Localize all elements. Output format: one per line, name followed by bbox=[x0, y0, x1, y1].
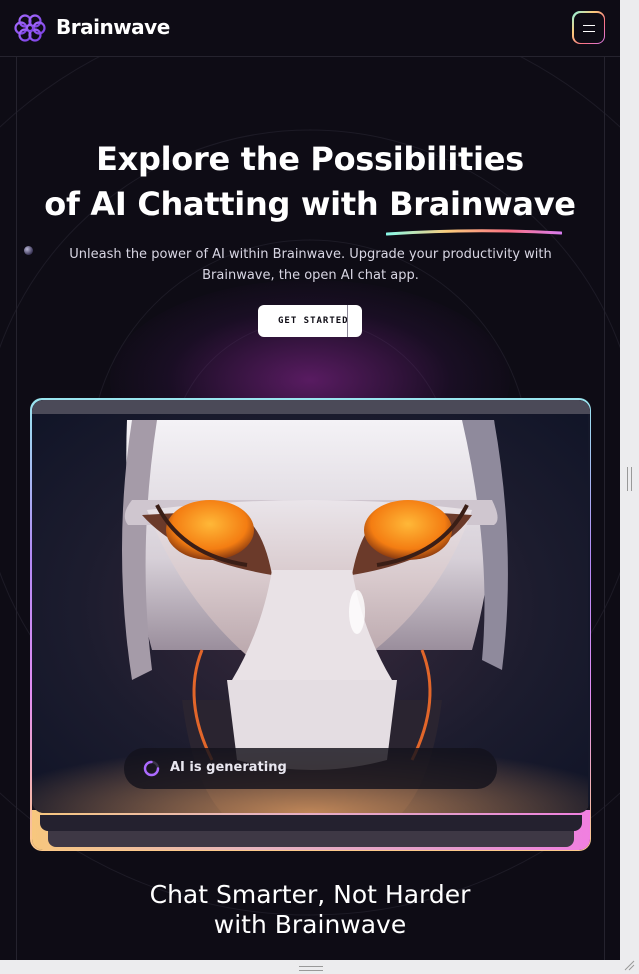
section-title-line1: Chat Smarter, Not Harder bbox=[149, 880, 471, 909]
hero-title-line2: of AI Chatting with Brainwave bbox=[0, 182, 620, 227]
page: Brainwave Explore the Possibilities of A… bbox=[0, 0, 620, 960]
horizontal-resize-grip[interactable] bbox=[299, 966, 323, 971]
hero-subtitle: Unleash the power of AI within Brainwave… bbox=[69, 247, 552, 283]
hero-title-line1: Explore the Possibilities bbox=[96, 140, 524, 178]
menu-button[interactable] bbox=[572, 11, 605, 44]
brand-name[interactable]: Brainwave bbox=[56, 15, 170, 39]
hero-title-prefix: of AI Chatting with bbox=[44, 185, 379, 223]
button-corner-divider bbox=[347, 305, 348, 337]
navbar: Brainwave bbox=[0, 0, 620, 57]
generating-status-pill: AI is generating bbox=[124, 748, 497, 789]
preview-top-strip bbox=[31, 399, 590, 414]
decorative-orb bbox=[24, 246, 33, 255]
vertical-resize-grip[interactable] bbox=[627, 467, 632, 491]
section-title-line2: with Brainwave bbox=[213, 910, 407, 939]
brain-logo-icon[interactable] bbox=[14, 12, 46, 44]
highlight-underline bbox=[386, 229, 562, 236]
preview-stack-layer-1 bbox=[39, 814, 582, 831]
preview-stack-layer-2 bbox=[47, 829, 574, 847]
loading-spinner-icon bbox=[143, 760, 160, 777]
resize-corner-icon[interactable] bbox=[622, 958, 636, 972]
hero-title-highlight: Brainwave bbox=[389, 185, 576, 223]
hamburger-icon bbox=[573, 12, 604, 43]
generating-status-text: AI is generating bbox=[170, 760, 287, 775]
